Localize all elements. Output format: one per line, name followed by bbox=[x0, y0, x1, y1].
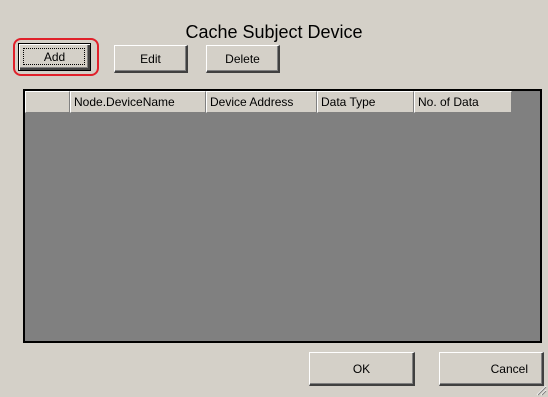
focus-rect bbox=[23, 48, 85, 65]
column-header-node-device-name[interactable]: Node.DeviceName bbox=[70, 91, 206, 113]
ok-button-label: OK bbox=[352, 361, 371, 376]
cancel-button-label: Cancel bbox=[490, 361, 528, 376]
column-header-row-selector[interactable] bbox=[25, 91, 70, 113]
resize-grip-icon[interactable] bbox=[535, 384, 547, 396]
add-button[interactable]: Add bbox=[18, 43, 91, 71]
ok-button[interactable]: OK bbox=[309, 352, 415, 386]
column-header-data-type[interactable]: Data Type bbox=[317, 91, 414, 113]
delete-button[interactable]: Delete bbox=[206, 45, 280, 73]
column-header-no-of-data[interactable]: No. of Data bbox=[414, 91, 512, 113]
delete-button-label: Delete bbox=[225, 51, 260, 66]
cache-subject-device-dialog: Cache Subject Device Add Edit Delete Nod… bbox=[0, 0, 548, 397]
dialog-title: Cache Subject Device bbox=[185, 22, 363, 42]
edit-button-label: Edit bbox=[140, 51, 161, 66]
edit-button[interactable]: Edit bbox=[114, 45, 188, 73]
device-grid[interactable]: Node.DeviceName Device Address Data Type… bbox=[23, 89, 542, 343]
cancel-button[interactable]: Cancel bbox=[439, 352, 544, 386]
grid-header: Node.DeviceName Device Address Data Type… bbox=[25, 91, 515, 113]
column-header-device-address[interactable]: Device Address bbox=[206, 91, 317, 113]
